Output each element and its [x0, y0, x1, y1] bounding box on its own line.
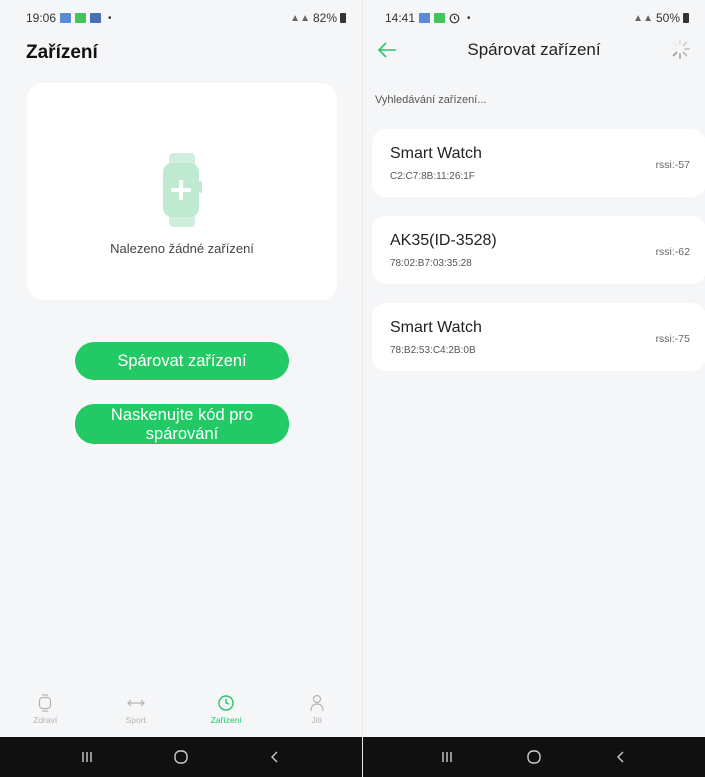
device-rssi: rssi:-75: [655, 333, 690, 345]
nav-label: Zařízení: [210, 715, 242, 725]
wifi-signal-icon: ▲▲: [633, 12, 653, 24]
gallery-notification-icon: [419, 13, 431, 23]
nav-label: Zdraví: [33, 715, 58, 725]
device-clock-icon: [218, 695, 234, 711]
recent-apps-icon: [441, 752, 452, 762]
status-bar: 19:06 • ▲▲ 82%: [0, 0, 362, 36]
app-notification-icon: [75, 13, 87, 23]
nav-label: Sport: [125, 715, 146, 725]
top-app-bar: Spárovat zařízení: [363, 30, 705, 70]
nav-item-health[interactable]: Zdraví: [0, 688, 91, 736]
pair-device-button[interactable]: Spárovat zařízení: [75, 342, 289, 380]
wifi-signal-icon: ▲▲: [290, 12, 310, 24]
device-name: AK35(ID-3528): [390, 232, 497, 249]
back-chevron-icon: [617, 751, 624, 763]
home-icon: [527, 750, 541, 764]
nav-item-sport[interactable]: Sport: [91, 688, 182, 736]
battery-icon: [340, 13, 346, 23]
system-navigation-bar: [0, 737, 362, 777]
device-mac-address: C2:C7:8B:11:26:1F: [390, 171, 475, 182]
back-chevron-icon: [271, 751, 278, 763]
device-name: Smart Watch: [390, 319, 482, 336]
device-rssi: rssi:-57: [655, 159, 690, 171]
bottom-navigation: Zdraví Sport Zařízení Jiti: [0, 688, 362, 736]
device-list-item[interactable]: AK35(ID-3528) 78:02:B7:03:35:28 rssi:-62: [372, 216, 705, 284]
back-button[interactable]: [260, 745, 290, 769]
device-mac-address: 78:B2:53:C4:2B:0B: [390, 345, 476, 356]
person-icon: [310, 694, 324, 712]
gallery-notification-icon: [60, 13, 72, 23]
device-list-item[interactable]: Smart Watch C2:C7:8B:11:26:1F rssi:-57: [372, 129, 705, 197]
more-notifications-dot: •: [108, 12, 112, 24]
recent-apps-button[interactable]: [72, 745, 102, 769]
add-watch-icon: [163, 153, 202, 227]
status-time: 14:41: [385, 11, 416, 25]
nav-item-devices[interactable]: Zařízení: [181, 688, 272, 736]
scan-code-button[interactable]: Naskenujte kód pro spárování: [75, 404, 289, 444]
loading-spinner-icon: [670, 39, 690, 59]
app-notification-icon: [434, 13, 446, 23]
status-time: 19:06: [26, 11, 57, 25]
battery-percent: 82%: [312, 11, 337, 25]
nav-label: Jiti: [311, 715, 322, 725]
search-status-text: Vyhledávání zařízení...: [375, 94, 487, 106]
video-notification-icon: [90, 13, 102, 23]
home-button[interactable]: [519, 745, 549, 769]
home-button[interactable]: [166, 745, 196, 769]
watch-outline-icon: [39, 694, 52, 712]
nav-item-other[interactable]: Jiti: [272, 688, 363, 736]
empty-device-card: Nalezeno žádné zařízení: [27, 83, 337, 300]
device-mac-address: 78:02:B7:03:35:28: [390, 258, 472, 269]
arrows-horizontal-icon: [126, 699, 145, 707]
device-name: Smart Watch: [390, 145, 482, 162]
battery-percent: 50%: [655, 11, 680, 25]
clock-notification-icon: [449, 13, 460, 23]
home-icon: [174, 750, 188, 764]
recent-apps-button[interactable]: [432, 745, 462, 769]
more-notifications-dot: •: [467, 12, 471, 24]
page-title: Zařízení: [26, 42, 98, 63]
battery-icon: [683, 13, 689, 23]
empty-state-text: Nalezeno žádné zařízení: [110, 241, 254, 256]
recent-apps-icon: [82, 752, 92, 762]
screen-title: Spárovat zařízení: [467, 40, 601, 59]
system-navigation-bar: [363, 737, 705, 777]
device-list-item[interactable]: Smart Watch 78:B2:53:C4:2B:0B rssi:-75: [372, 303, 705, 371]
device-rssi: rssi:-62: [655, 246, 690, 258]
device-screen: 19:06 • ▲▲ 82% Zařízení Nalezeno žádné z…: [0, 0, 362, 777]
back-button[interactable]: [606, 745, 636, 769]
pair-device-screen: 14:41 • ▲▲ 50% Spárovat zařízení Vyhledá…: [362, 0, 705, 777]
